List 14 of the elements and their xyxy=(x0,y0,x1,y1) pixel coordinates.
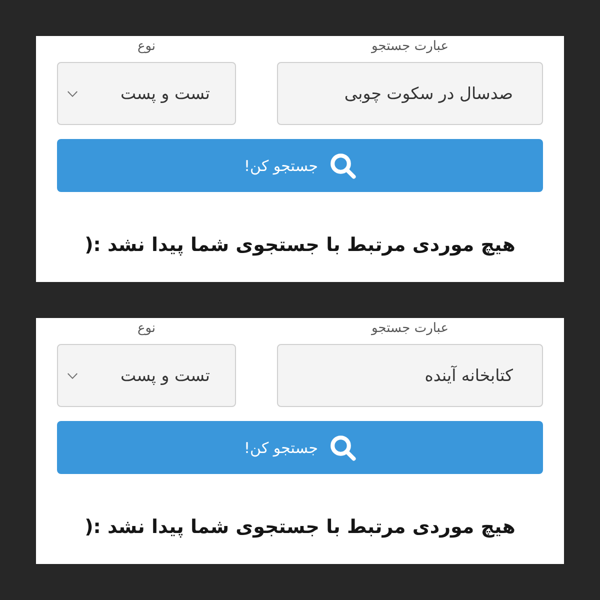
search-icon xyxy=(330,434,356,460)
field-label: عبارت جستجو xyxy=(372,38,448,56)
field-label: عبارت جستجو xyxy=(372,320,448,338)
no-results-message: هیچ موردی مرتبط با جستجوی شما پیدا نشد :( xyxy=(84,233,516,258)
field-label: نوع xyxy=(137,320,156,338)
type-select[interactable]: تست و پست xyxy=(57,344,236,407)
field-label: نوع xyxy=(137,38,156,56)
search-icon xyxy=(330,152,356,178)
search-field[interactable]: صدسال در سکوت چوبی xyxy=(277,62,543,125)
search-field[interactable]: کتابخانه آینده xyxy=(277,344,543,407)
no-results-message: هیچ موردی مرتبط با جستجوی شما پیدا نشد :( xyxy=(84,515,516,540)
chevron-down-icon xyxy=(67,372,78,378)
type-select[interactable]: تست و پست xyxy=(57,62,236,125)
chevron-down-icon xyxy=(67,90,78,96)
